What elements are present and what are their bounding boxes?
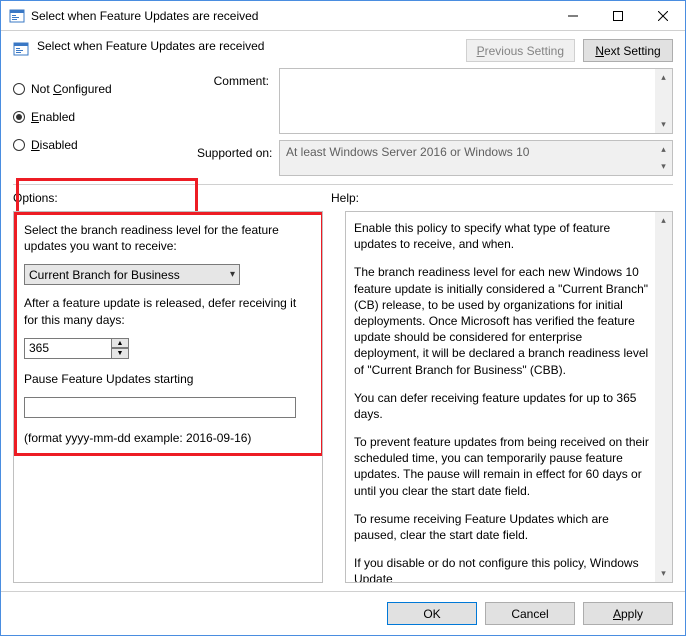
pause-date-input[interactable]: [24, 397, 296, 418]
maximize-button[interactable]: [595, 1, 640, 30]
radio-icon: [13, 111, 25, 123]
supported-on-text: At least Windows Server 2016 or Windows …: [286, 145, 529, 159]
branch-prompt: Select the branch readiness level for th…: [24, 222, 312, 254]
branch-combobox[interactable]: Current Branch for Business ▾: [24, 264, 240, 285]
minimize-button[interactable]: [550, 1, 595, 30]
pane-labels: Options: Help:: [13, 191, 673, 205]
state-radios: Not Configured Enabled Disabled: [13, 68, 183, 176]
scroll-up-icon[interactable]: ▴: [655, 69, 672, 86]
pause-hint: (format yyyy-mm-dd example: 2016-09-16): [24, 430, 312, 446]
window-controls: [550, 1, 685, 30]
spin-down-button[interactable]: ▼: [112, 348, 129, 359]
window-title: Select when Feature Updates are received: [31, 9, 550, 23]
dialog-footer: OK Cancel Apply: [1, 591, 685, 635]
previous-setting-button: Previous Setting: [466, 39, 575, 62]
scrollbar: ▴ ▾: [655, 141, 672, 175]
comment-textarea[interactable]: ▴ ▾: [279, 68, 673, 134]
policy-dialog: Select when Feature Updates are received…: [0, 0, 686, 636]
close-button[interactable]: [640, 1, 685, 30]
titlebar: Select when Feature Updates are received: [1, 1, 685, 31]
next-setting-button[interactable]: Next Setting: [583, 39, 673, 62]
supported-label: Supported on:: [197, 140, 269, 176]
pane-splitter[interactable]: [331, 211, 337, 583]
help-text: The branch readiness level for each new …: [354, 264, 650, 377]
radio-icon: [13, 83, 25, 95]
scroll-up-icon: ▴: [655, 141, 672, 158]
supported-on-box: At least Windows Server 2016 or Windows …: [279, 140, 673, 176]
branch-value: Current Branch for Business: [29, 268, 180, 282]
header-row: Select when Feature Updates are received…: [1, 31, 685, 62]
comment-label: Comment:: [197, 68, 269, 134]
scrollbar[interactable]: ▴ ▾: [655, 212, 672, 582]
defer-days-input[interactable]: [24, 338, 112, 359]
cancel-button[interactable]: Cancel: [485, 602, 575, 625]
radio-icon: [13, 139, 25, 151]
apply-button[interactable]: Apply: [583, 602, 673, 625]
scrollbar[interactable]: ▴ ▾: [655, 69, 672, 133]
help-text: You can defer receiving feature updates …: [354, 390, 650, 422]
radio-not-configured[interactable]: Not Configured: [13, 82, 183, 96]
policy-icon: [13, 41, 29, 57]
divider: [13, 184, 673, 185]
scroll-down-icon[interactable]: ▾: [655, 565, 672, 582]
header-title: Select when Feature Updates are received: [37, 39, 458, 53]
spin-up-button[interactable]: ▲: [112, 338, 129, 349]
help-text: To resume receiving Feature Updates whic…: [354, 511, 650, 543]
help-text: To prevent feature updates from being re…: [354, 434, 650, 499]
help-label: Help:: [331, 191, 359, 205]
radio-enabled[interactable]: Enabled: [13, 110, 183, 124]
scroll-up-icon[interactable]: ▴: [655, 212, 672, 229]
options-pane: Select the branch readiness level for th…: [13, 211, 323, 583]
defer-days-spinner[interactable]: ▲ ▼: [24, 338, 312, 359]
defer-prompt: After a feature update is released, defe…: [24, 295, 312, 327]
chevron-down-icon: ▾: [230, 269, 235, 280]
help-text: If you disable or do not configure this …: [354, 555, 650, 583]
ok-button[interactable]: OK: [387, 602, 477, 625]
scroll-down-icon: ▾: [655, 158, 672, 175]
help-text: Enable this policy to specify what type …: [354, 220, 650, 252]
pause-prompt: Pause Feature Updates starting: [24, 371, 312, 387]
help-pane: Enable this policy to specify what type …: [345, 211, 673, 583]
radio-disabled[interactable]: Disabled: [13, 138, 183, 152]
options-label: Options:: [13, 191, 331, 205]
scroll-down-icon[interactable]: ▾: [655, 116, 672, 133]
policy-icon: [9, 8, 25, 24]
